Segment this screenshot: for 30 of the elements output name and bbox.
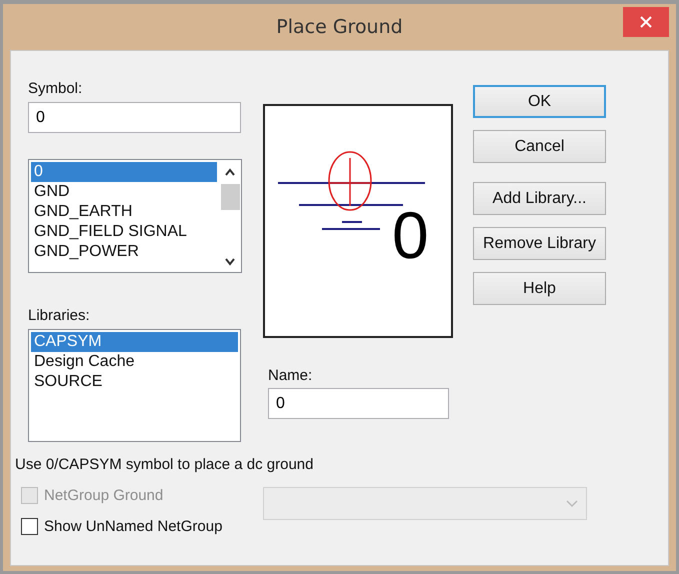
symbol-list-item[interactable]: GND	[31, 182, 217, 202]
symbol-list-item[interactable]: GND_POWER	[31, 242, 217, 262]
scroll-down-icon[interactable]	[224, 258, 236, 266]
symbol-label: Symbol:	[28, 80, 84, 98]
close-button[interactable]	[623, 7, 669, 37]
libraries-label: Libraries:	[28, 307, 91, 325]
close-icon	[639, 15, 653, 29]
name-label: Name:	[268, 367, 314, 385]
library-list-item[interactable]: SOURCE	[31, 372, 238, 392]
window-title: Place Ground	[276, 16, 403, 38]
name-field[interactable]: 0	[268, 388, 449, 419]
symbol-listbox[interactable]: 0 GND GND_EARTH GND_FIELD SIGNAL GND_POWER	[28, 159, 242, 273]
dialog-button[interactable]: Remove Library	[473, 227, 606, 260]
symbol-field[interactable]: 0	[28, 102, 241, 133]
symbol-list-item[interactable]: 0	[31, 162, 217, 182]
library-list-item[interactable]: CAPSYM	[31, 332, 238, 352]
libraries-listbox[interactable]: CAPSYM Design Cache SOURCE	[28, 329, 241, 442]
symbol-name-preview: 0	[392, 202, 429, 268]
symbol-list-item[interactable]: GND_EARTH	[31, 202, 217, 222]
dialog-button[interactable]: Help	[473, 272, 606, 305]
dialog-button[interactable]: Cancel	[473, 130, 606, 163]
hint-text: Use 0/CAPSYM symbol to place a dc ground	[15, 456, 314, 473]
dialog-button[interactable]: OK	[473, 85, 606, 118]
checkbox[interactable]	[21, 518, 38, 535]
library-list-item[interactable]: Design Cache	[31, 352, 238, 372]
dialog-button[interactable]: Add Library...	[473, 182, 606, 215]
symbol-list-item[interactable]: GND_FIELD SIGNAL	[31, 222, 217, 242]
checkbox-label[interactable]: Show UnNamed NetGroup	[21, 518, 263, 535]
scroll-thumb[interactable]	[220, 184, 240, 210]
scroll-up-icon[interactable]	[224, 168, 236, 176]
